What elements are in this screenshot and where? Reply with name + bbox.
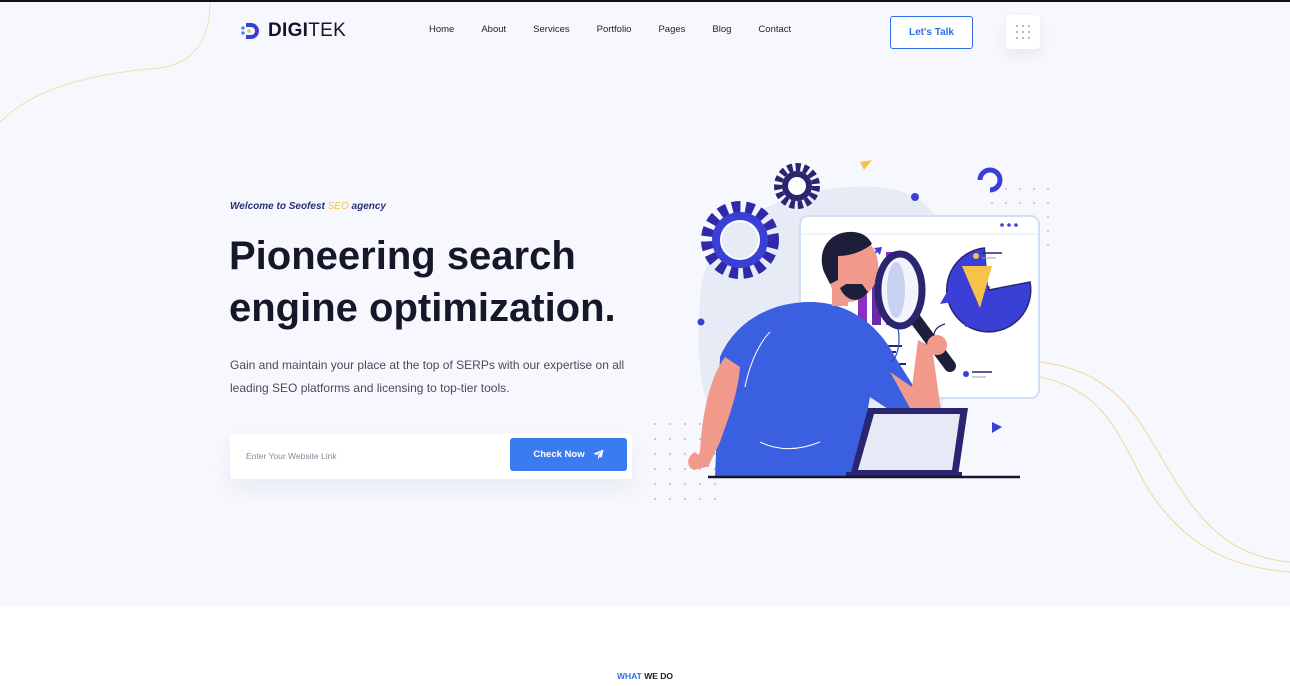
website-check-form: Check Now <box>230 434 632 479</box>
website-link-input[interactable] <box>246 447 496 465</box>
main-nav: Home About Services Portfolio Pages Blog… <box>429 24 818 35</box>
check-now-label: Check Now <box>533 449 585 460</box>
hero-eyebrow: Welcome to Seofest SEO agency <box>230 201 386 212</box>
lets-talk-button[interactable]: Let's Talk <box>890 16 973 49</box>
what-we-do-eyebrow: WHAT WE DO <box>616 671 674 681</box>
brand-name: DIGITEK <box>268 20 347 41</box>
nav-portfolio[interactable]: Portfolio <box>597 24 632 35</box>
paper-plane-icon <box>593 449 604 460</box>
nav-about[interactable]: About <box>481 24 506 35</box>
brand-logo[interactable]: DIGITEK <box>240 19 346 43</box>
nav-services[interactable]: Services <box>533 24 569 35</box>
nav-pages[interactable]: Pages <box>658 24 685 35</box>
nav-blog[interactable]: Blog <box>712 24 731 35</box>
nav-contact[interactable]: Contact <box>758 24 791 35</box>
hero-headline: Pioneering search engine optimization. <box>229 234 616 330</box>
seo-analyst-illustration <box>654 160 1049 500</box>
hero-subtext: Gain and maintain your place at the top … <box>230 358 625 395</box>
hero-section: DIGITEK Home About Services Portfolio Pa… <box>0 2 1290 606</box>
logo-icon <box>241 23 259 39</box>
check-now-button[interactable]: Check Now <box>510 438 627 471</box>
nav-home[interactable]: Home <box>429 24 454 35</box>
grid-menu-icon[interactable] <box>1006 15 1040 49</box>
